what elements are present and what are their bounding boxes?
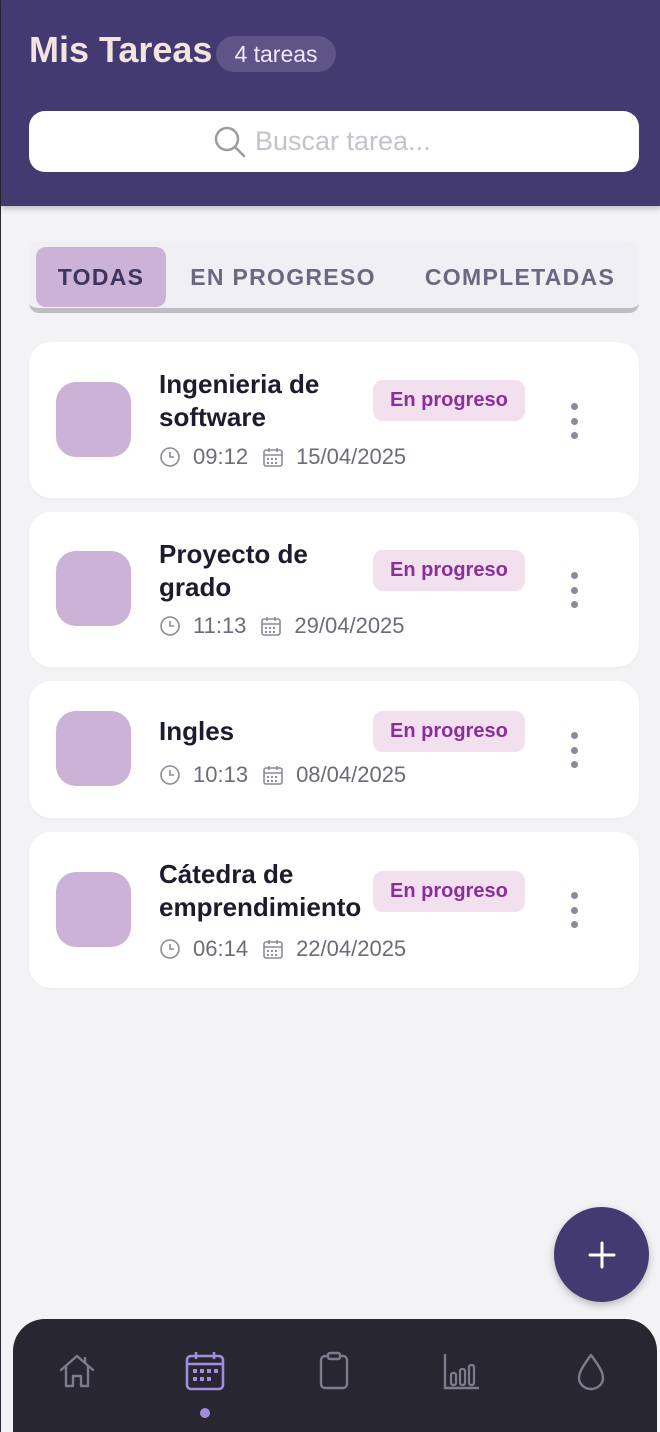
task-thumbnail bbox=[56, 551, 131, 626]
status-badge: En progreso bbox=[373, 380, 525, 421]
clock-icon bbox=[160, 447, 180, 467]
search-icon bbox=[214, 126, 246, 157]
bar-chart-icon bbox=[443, 1354, 479, 1390]
calendar-icon bbox=[263, 940, 283, 959]
task-card[interactable]: Ingenieria de software En progreso 09:12… bbox=[29, 342, 639, 498]
nav-stats[interactable] bbox=[440, 1349, 484, 1393]
task-title: Proyecto de grado bbox=[159, 539, 308, 602]
filter-tabs: TODAS EN PROGRESO COMPLETADAS bbox=[29, 241, 639, 313]
task-meta: 10:13 08/04/2025 bbox=[159, 762, 406, 788]
plus-icon bbox=[588, 1241, 615, 1268]
page-title: Mis Tareas bbox=[29, 29, 213, 70]
tab-todas[interactable]: TODAS bbox=[36, 247, 166, 307]
clock-icon bbox=[160, 616, 180, 636]
task-thumbnail bbox=[56, 711, 131, 786]
task-date: 29/04/2025 bbox=[294, 613, 405, 638]
task-meta: 11:13 29/04/2025 bbox=[159, 613, 405, 639]
add-task-button[interactable] bbox=[554, 1207, 649, 1302]
drop-icon bbox=[577, 1353, 605, 1391]
calendar-icon bbox=[185, 1352, 225, 1391]
clock-icon bbox=[160, 765, 180, 785]
status-badge: En progreso bbox=[373, 711, 525, 752]
nav-calendar[interactable] bbox=[183, 1349, 227, 1393]
home-icon bbox=[59, 1354, 95, 1388]
task-title: Cátedra de emprendimiento bbox=[159, 859, 362, 922]
task-thumbnail bbox=[56, 382, 131, 457]
task-meta: 06:14 22/04/2025 bbox=[159, 936, 406, 962]
bottom-nav bbox=[13, 1319, 657, 1432]
search-bar[interactable] bbox=[29, 111, 639, 172]
task-count-badge: 4 tareas bbox=[216, 36, 336, 72]
task-time: 06:14 bbox=[193, 936, 249, 961]
status-badge: En progreso bbox=[373, 871, 525, 912]
task-time: 09:12 bbox=[193, 444, 249, 469]
task-date: 22/04/2025 bbox=[296, 936, 407, 961]
calendar-icon bbox=[263, 766, 283, 785]
clipboard-icon bbox=[319, 1351, 349, 1390]
task-thumbnail bbox=[56, 872, 131, 947]
more-options-icon[interactable] bbox=[565, 892, 583, 928]
tab-en-progreso[interactable]: EN PROGRESO bbox=[177, 247, 389, 307]
more-options-icon[interactable] bbox=[565, 732, 583, 768]
tab-completadas[interactable]: COMPLETADAS bbox=[411, 247, 629, 307]
nav-home[interactable] bbox=[55, 1349, 99, 1393]
search-input[interactable] bbox=[255, 126, 455, 157]
calendar-icon bbox=[261, 617, 282, 636]
task-card[interactable]: Ingles En progreso 10:13 08/04/2025 bbox=[29, 681, 639, 818]
task-time: 10:13 bbox=[193, 762, 249, 787]
task-card[interactable]: Proyecto de grado En progreso 11:13 29/0… bbox=[29, 512, 639, 667]
nav-drop[interactable] bbox=[569, 1349, 613, 1393]
status-badge: En progreso bbox=[373, 550, 525, 591]
more-options-icon[interactable] bbox=[565, 403, 583, 439]
more-options-icon[interactable] bbox=[565, 572, 583, 608]
task-time: 11:13 bbox=[193, 613, 247, 638]
nav-clipboard[interactable] bbox=[312, 1349, 356, 1393]
task-date: 15/04/2025 bbox=[296, 444, 407, 469]
task-meta: 09:12 15/04/2025 bbox=[159, 444, 406, 470]
task-title: Ingenieria de software bbox=[159, 369, 320, 432]
title-row: Mis Tareas 4 tareas bbox=[29, 28, 336, 72]
task-date: 08/04/2025 bbox=[296, 762, 407, 787]
task-title: Ingles bbox=[159, 716, 235, 746]
task-card[interactable]: Cátedra de emprendimiento En progreso 06… bbox=[29, 832, 639, 988]
calendar-icon bbox=[263, 448, 283, 467]
clock-icon bbox=[160, 939, 180, 959]
active-indicator bbox=[200, 1408, 210, 1418]
app-header: Mis Tareas 4 tareas bbox=[1, 0, 660, 206]
